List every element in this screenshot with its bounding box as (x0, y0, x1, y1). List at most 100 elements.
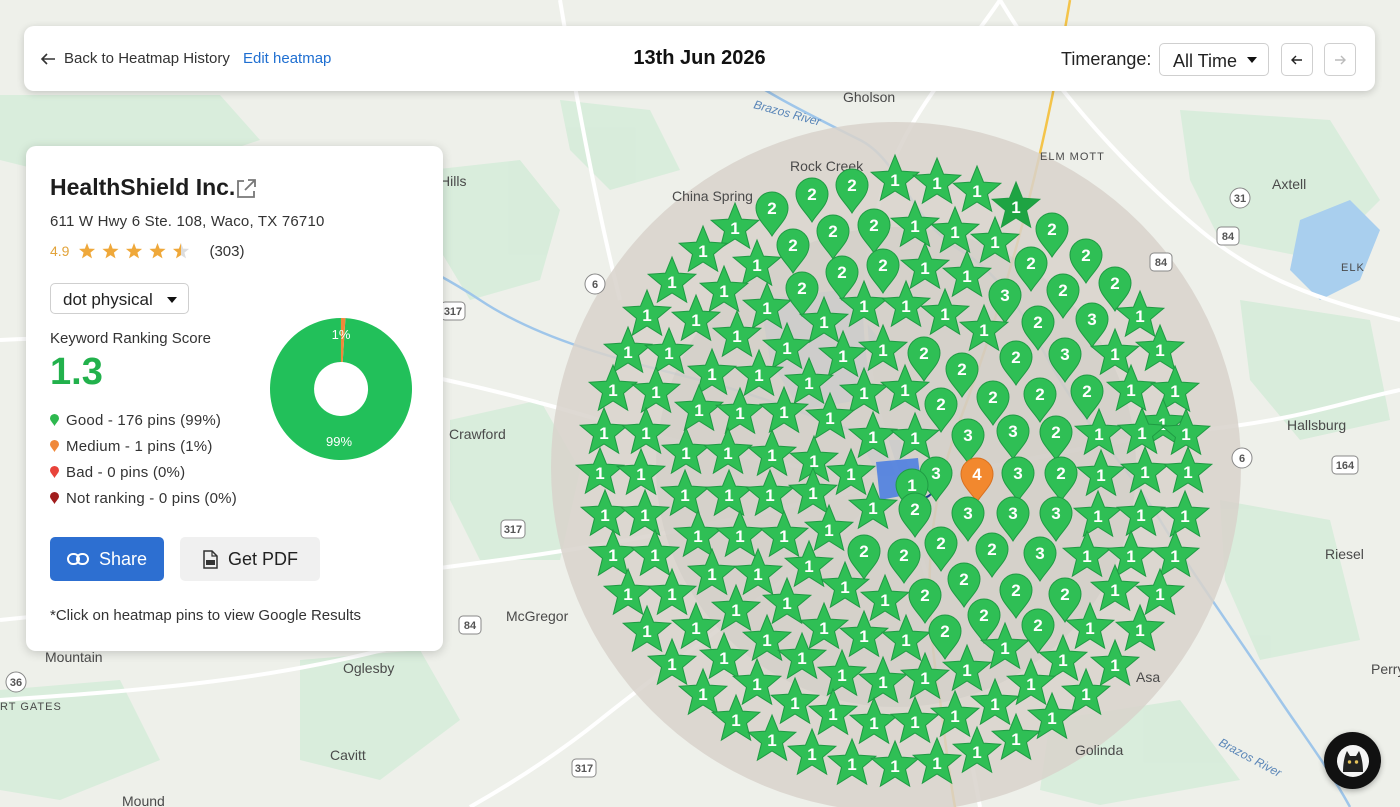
pin-rank-label: 2 (1035, 385, 1044, 404)
pin-rank-label: 2 (1011, 581, 1020, 600)
pin-rank-label: 1 (752, 675, 761, 694)
pin-rank-label: 2 (1060, 585, 1069, 604)
arrow-right-icon (1335, 55, 1346, 64)
pin-rank-label: 2 (767, 199, 776, 218)
pin-rank-label: 2 (957, 360, 966, 379)
pin-rank-label: 2 (837, 263, 846, 282)
star-icon (173, 243, 190, 259)
business-info-panel: HealthShield Inc. 611 W Hwy 6 Ste. 108, … (26, 146, 443, 651)
legend-not-ranking-label: Not ranking - 0 pins (0%) (66, 489, 237, 507)
timerange-select[interactable]: All Time (1159, 43, 1269, 76)
pin-rank-label: 1 (990, 233, 999, 252)
pin-rank-label: 1 (723, 444, 732, 463)
donut-label-medium: 1% (332, 327, 351, 342)
chat-support-button[interactable] (1324, 732, 1381, 789)
pin-rank-label: 1 (782, 594, 791, 613)
pin-rank-label: 1 (753, 565, 762, 584)
pin-rank-label: 1 (707, 365, 716, 384)
pin-rank-label: 1 (651, 383, 660, 402)
pin-rank-label: 1 (824, 521, 833, 540)
pin-rank-label: 1 (819, 619, 828, 638)
road-shield-164: 164 (1331, 455, 1359, 475)
pdf-button-label: Get PDF (227, 548, 298, 569)
pin-rank-label: 2 (869, 216, 878, 235)
road-shield-6-east: 6 (1231, 447, 1253, 469)
pin-rank-label: 1 (910, 217, 919, 236)
medium-pin-icon (50, 440, 59, 452)
road-shield-36: 36 (5, 671, 27, 693)
pin-rank-label: 3 (1013, 464, 1022, 483)
pin-rank-label: 1 (1110, 345, 1119, 364)
pin-rank-label: 1 (765, 486, 774, 505)
pin-rank-label: 1 (910, 713, 919, 732)
pin-rank-label: 1 (1135, 307, 1144, 326)
pin-rank-label: 1 (809, 452, 818, 471)
external-link-icon[interactable] (234, 177, 258, 206)
previous-heatmap-button[interactable] (1281, 43, 1313, 76)
svg-text:317: 317 (575, 763, 593, 775)
keyword-select[interactable]: dot physical (50, 283, 189, 314)
rating-row: 4.9 (303) (50, 242, 245, 260)
pin-rank-label: 1 (641, 424, 650, 443)
review-count: (303) (209, 242, 245, 260)
pin-rank-label: 1 (840, 578, 849, 597)
pin-rank-label: 1 (754, 366, 763, 385)
pin-rank-label: 1 (910, 429, 919, 448)
business-address: 611 W Hwy 6 Ste. 108, Waco, TX 76710 (50, 213, 325, 230)
pin-rank-label: 1 (890, 757, 899, 776)
pin-rank-label: 1 (1011, 198, 1020, 217)
back-to-history-link[interactable]: Back to Heatmap History (40, 50, 230, 67)
pin-rank-label: 1 (731, 711, 740, 730)
get-pdf-button[interactable]: Get PDF (180, 537, 320, 581)
pin-rank-label: 1 (828, 705, 837, 724)
arrow-left-icon (40, 52, 55, 65)
pin-rank-label: 1 (636, 465, 645, 484)
share-button[interactable]: Share (50, 537, 164, 581)
pin-rank-label: 1 (680, 486, 689, 505)
pin-rank-label: 1 (642, 622, 651, 641)
next-heatmap-button[interactable] (1324, 43, 1356, 76)
arrow-left-icon (1291, 55, 1302, 64)
star-rating-icons (79, 243, 190, 259)
pin-legend: Good - 176 pins (99%) Medium - 1 pins (1… (50, 407, 237, 511)
pin-rank-label: 1 (650, 546, 659, 565)
cat-avatar-icon (1336, 744, 1369, 777)
pin-rank-label: 1 (623, 585, 632, 604)
pdf-file-icon (203, 549, 218, 569)
not-ranking-pin-icon (50, 492, 59, 504)
pin-rank-label: 1 (859, 384, 868, 403)
pin-rank-label: 2 (1011, 348, 1020, 367)
link-icon (66, 553, 89, 565)
good-pin-icon (50, 414, 59, 426)
pin-rank-label: 2 (1051, 423, 1060, 442)
svg-text:317: 317 (504, 524, 522, 536)
pin-rank-label: 1 (859, 297, 868, 316)
edit-heatmap-link[interactable]: Edit heatmap (243, 50, 331, 67)
pin-rank-label: 1 (878, 673, 887, 692)
pin-rank-label: 1 (920, 259, 929, 278)
pin-rank-label: 1 (868, 499, 877, 518)
pin-rank-label: 1 (932, 174, 941, 193)
pin-rank-label: 1 (1170, 547, 1179, 566)
road-shield-6-west: 6 (584, 273, 606, 295)
road-shield-317-mid: 317 (500, 519, 526, 539)
pin-rank-label: 2 (1033, 313, 1042, 332)
place-label-perry: Perry (1371, 661, 1400, 677)
pin-rank-label: 1 (880, 591, 889, 610)
pin-rank-label: 2 (1110, 274, 1119, 293)
legend-medium: Medium - 1 pins (1%) (50, 433, 237, 459)
pin-rank-label: 1 (1011, 730, 1020, 749)
pin-rank-label: 3 (1087, 310, 1096, 329)
pin-rank-label: 1 (698, 242, 707, 261)
road-shield-84-west: 84 (458, 615, 482, 635)
pin-rank-label: 1 (979, 321, 988, 340)
bad-pin-icon (50, 466, 59, 478)
pin-rank-label: 1 (819, 313, 828, 332)
pin-rank-label: 2 (1082, 382, 1091, 401)
pin-rank-label: 1 (1082, 547, 1091, 566)
pin-rank-label: 1 (608, 546, 617, 565)
pin-rank-label: 4 (972, 465, 982, 484)
pin-rank-label: 2 (797, 279, 806, 298)
pin-rank-label: 1 (698, 685, 707, 704)
pin-rank-label: 1 (868, 428, 877, 447)
